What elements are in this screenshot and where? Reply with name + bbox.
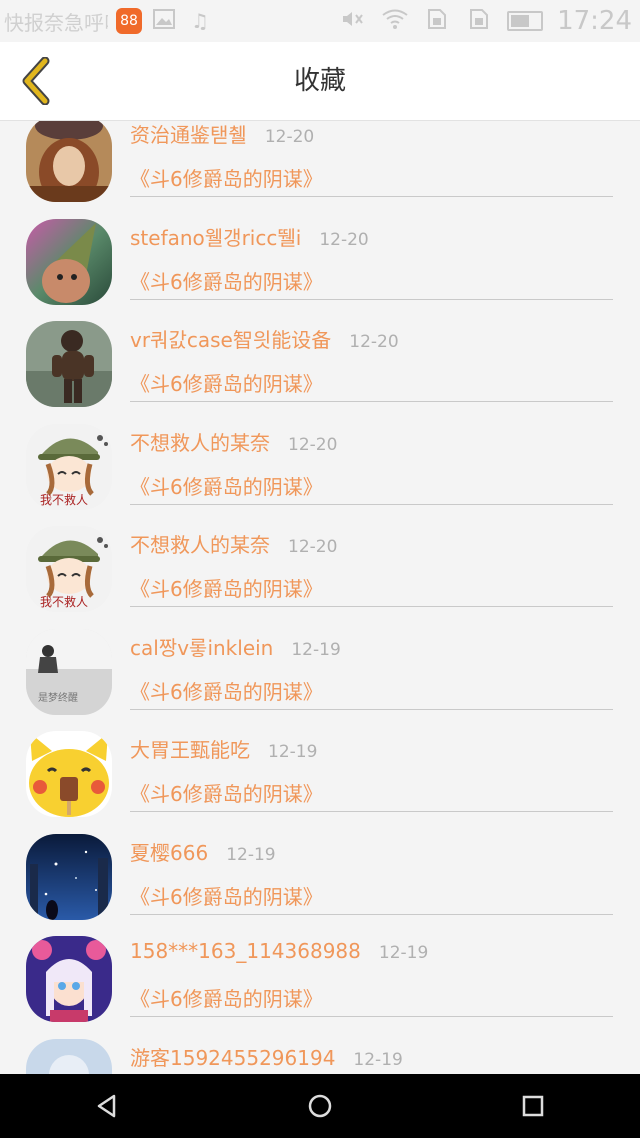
battery-icon [507, 11, 544, 31]
avatar-default-guest[interactable] [26, 1038, 112, 1074]
book-title-link[interactable]: 《斗6修爵岛的阴谋》 [130, 778, 323, 807]
page-title: 收藏 [293, 66, 346, 96]
app-header: 收藏 [0, 42, 640, 121]
date-label: 12-20 [264, 127, 315, 147]
system-nav-bar [0, 1074, 640, 1138]
list-item[interactable]: 大胃王甄能吃 12-19 《斗6修爵岛的阴谋》 [0, 720, 640, 823]
avatar-child-photo[interactable] [26, 321, 112, 407]
row-divider [130, 606, 613, 607]
item-header: 游客1592455296194 12-19 [130, 1042, 403, 1071]
nav-back-button[interactable] [67, 1074, 147, 1138]
book-title-link[interactable]: 《斗6修爵岛的阴谋》 [130, 983, 323, 1012]
date-label: 12-20 [319, 229, 369, 250]
notification-text: 快报奈急呼叫 [4, 10, 108, 35]
list-item[interactable]: vr쿼갌case智읫能设备 12-20 《斗6修爵岛的阴谋》 [0, 310, 640, 413]
row-divider [130, 401, 613, 402]
date-label: 12-19 [268, 742, 318, 762]
avatar-caption: 我不救人 [40, 594, 88, 609]
user-name[interactable]: stefano웰갱ricc뛜i [130, 222, 301, 251]
mute-icon [339, 9, 367, 34]
wifi-icon [381, 9, 409, 34]
app-badge-icon: 88 [116, 8, 142, 34]
home-circle-icon [308, 1094, 332, 1118]
avatar-anime-cap[interactable]: 我不救人 [26, 526, 112, 612]
status-bar: 快报奈急呼叫 88 ♫ 17:24 [0, 0, 640, 42]
list-item[interactable]: 夏樱666 12-19 《斗6修爵岛的阴谋》 [0, 823, 640, 926]
row-divider [130, 811, 613, 812]
date-label: 12-19 [291, 639, 341, 660]
book-title-link[interactable]: 《斗6修爵岛的阴谋》 [130, 471, 323, 500]
item-header: 不想救人的某奈 12-20 [130, 427, 337, 456]
avatar-anime-girl[interactable] [26, 936, 112, 1022]
user-name[interactable]: vr쿼갌case智읫能设备 [130, 324, 331, 353]
avatar-caption: 是梦终醒 [38, 691, 78, 704]
avatar-party-hat[interactable] [26, 218, 112, 305]
row-divider [130, 708, 613, 710]
user-name[interactable]: 不想救人的某奈 [130, 427, 270, 456]
user-name[interactable]: 不想救人的某奈 [130, 529, 270, 558]
row-divider [130, 503, 613, 505]
item-header: cal짱v롷inklein 12-19 [130, 632, 341, 661]
list-item[interactable]: 我不救人 不想救人的某奈 12-20 《斗6修爵岛的阴谋》 [0, 515, 640, 618]
item-header: vr쿼갌case智읫能设备 12-20 [130, 324, 399, 353]
date-label: 12-19 [353, 1049, 403, 1070]
list-item[interactable]: stefano웰갱ricc뛜i 12-20 《斗6修爵岛的阴谋》 [0, 208, 640, 311]
clock: 17:24 [557, 6, 632, 36]
user-name[interactable]: 大胃王甄能吃 [130, 734, 250, 763]
list-item[interactable]: 是梦终醒 cal짱v롷inklein 12-19 《斗6修爵岛的阴谋》 [0, 618, 640, 721]
recents-square-icon [523, 1095, 544, 1117]
date-label: 12-20 [288, 537, 338, 557]
image-icon [150, 8, 178, 34]
row-divider [130, 196, 613, 197]
favorites-list[interactable]: 资治通鉴탣췔 12-20 《斗6修爵岛的阴谋》 stefano웰갱ricc뛜i 12-2… [0, 121, 640, 1074]
avatar-caption: 我不救人 [40, 492, 88, 507]
user-name[interactable]: 夏樱666 [130, 837, 208, 866]
nav-recents-button[interactable] [493, 1074, 573, 1138]
sim2-icon [465, 8, 493, 34]
item-header: 资治通鉴탣췔 12-20 [130, 121, 314, 148]
book-title-link[interactable]: 《斗6修爵岛的阴谋》 [130, 881, 323, 910]
row-divider [130, 1016, 613, 1017]
item-header: 夏樱666 12-19 [130, 837, 276, 866]
book-title-link[interactable]: 《斗6修爵岛的阴谋》 [130, 573, 323, 602]
back-triangle-icon [97, 1094, 115, 1118]
sim1-icon [423, 8, 451, 34]
book-title-link[interactable]: 《斗6修爵岛的阴谋》 [130, 163, 323, 192]
avatar-hat-girl[interactable] [26, 121, 112, 202]
date-label: 12-20 [349, 332, 399, 352]
row-divider [130, 913, 613, 915]
avatar-anime-cap[interactable]: 我不救人 [26, 423, 112, 510]
list-item[interactable]: 资治通鉴탣췔 12-20 《斗6修爵岛的阴谋》 [0, 121, 640, 208]
user-name[interactable]: 158***163_114368988 [130, 939, 361, 963]
item-header: 大胃王甄能吃 12-19 [130, 734, 317, 763]
date-label: 12-19 [226, 844, 276, 865]
avatar-grey-figure[interactable]: 是梦终醒 [26, 628, 112, 715]
book-title-link[interactable]: 《斗6修爵岛的阴谋》 [130, 266, 323, 295]
avatar-yellow-pikachu[interactable] [26, 731, 112, 817]
avatar-night-sky[interactable] [26, 833, 112, 920]
date-label: 12-19 [378, 943, 429, 963]
user-name[interactable]: 资治通鉴탣췔 [130, 121, 247, 148]
music-icon: ♫ [191, 9, 209, 33]
row-divider [130, 298, 613, 300]
book-title-link[interactable]: 《斗6修爵岛的阴谋》 [130, 676, 323, 705]
book-title-link[interactable]: 《斗6修爵岛的阴谋》 [130, 368, 323, 397]
item-header: stefano웰갱ricc뛜i 12-20 [130, 222, 369, 251]
user-name[interactable]: cal짱v롷inklein [130, 632, 273, 661]
item-header: 不想救人的某奈 12-20 [130, 529, 337, 558]
item-header: 158***163_114368988 12-19 [130, 939, 428, 963]
nav-home-button[interactable] [280, 1074, 360, 1138]
user-name[interactable]: 游客1592455296194 [130, 1042, 335, 1071]
list-item[interactable]: 158***163_114368988 12-19 《斗6修爵岛的阴谋》 [0, 925, 640, 1028]
list-item[interactable]: 游客1592455296194 12-19 [0, 1028, 640, 1074]
list-item[interactable]: 我不救人 不想救人的某奈 12-20 《斗6修爵岛的阴谋》 [0, 413, 640, 516]
date-label: 12-20 [288, 434, 338, 455]
